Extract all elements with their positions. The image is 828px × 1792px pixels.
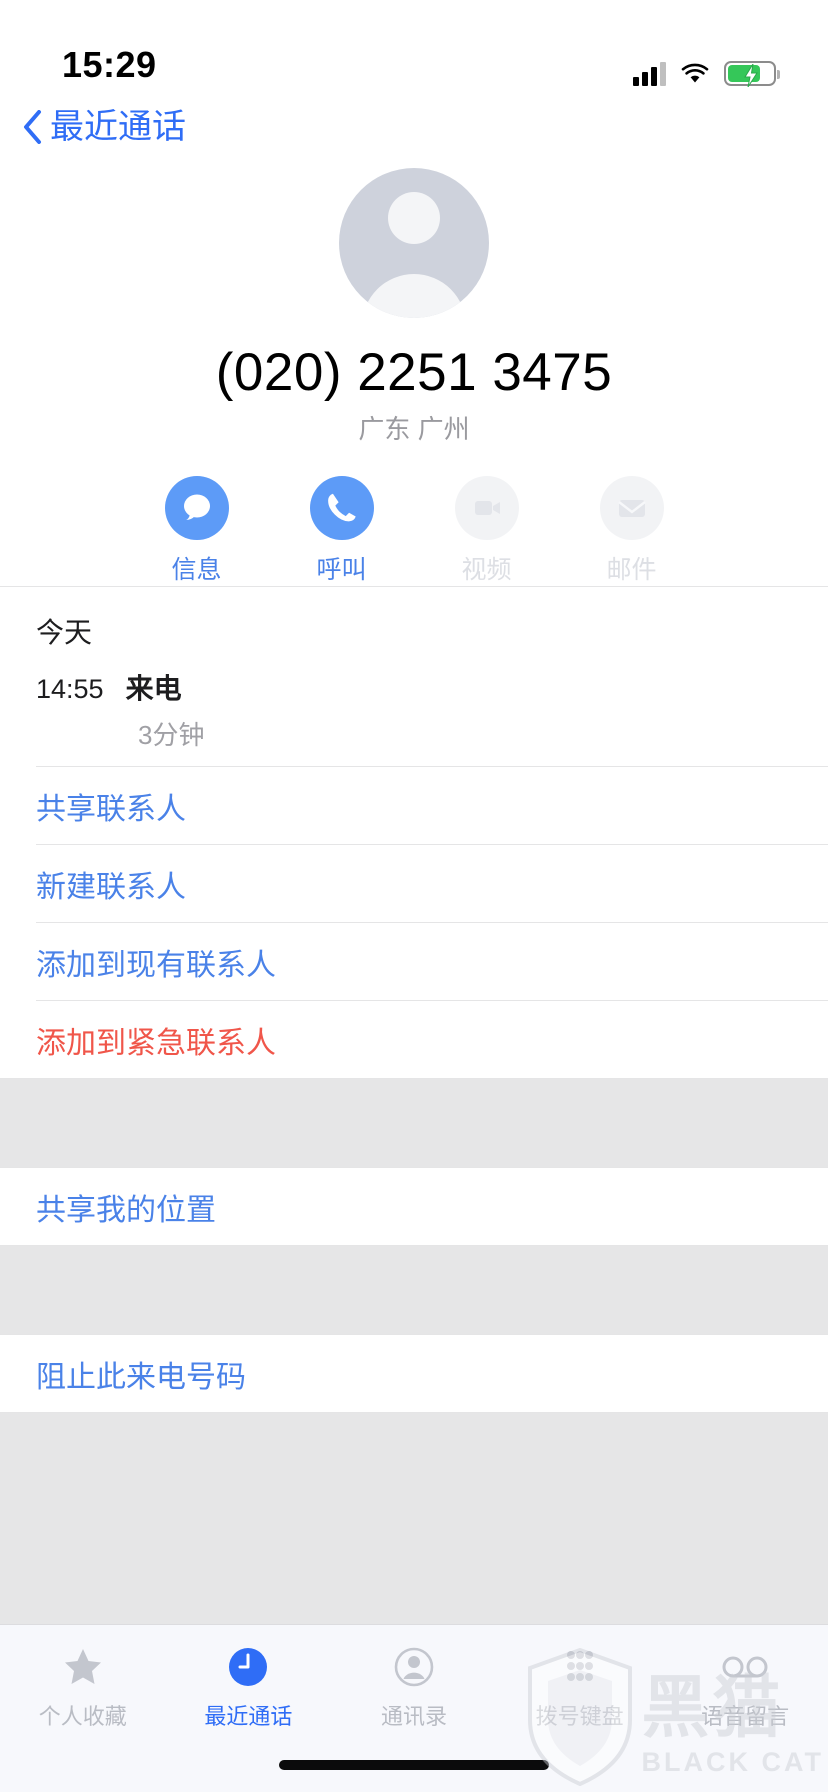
message-bubble-icon bbox=[164, 476, 229, 540]
tab-keypad-label: 拨号键盘 bbox=[535, 1704, 624, 1729]
phone-handset-icon bbox=[309, 476, 374, 540]
call-history-entry: 14:55 来电 3分钟 bbox=[36, 667, 792, 752]
menu-group-location: 共享我的位置 bbox=[0, 1168, 828, 1245]
tab-voicemail[interactable]: 语音留言 bbox=[662, 1641, 828, 1731]
bottom-filler bbox=[0, 1413, 828, 1624]
tab-favorites-label: 个人收藏 bbox=[38, 1704, 127, 1729]
add-to-existing-contact-row[interactable]: 添加到现有联系人 bbox=[0, 923, 828, 1000]
navigation-bar: 最近通话 bbox=[0, 96, 828, 158]
phone-screen: 15:29 最近通话 (020) 2251 3475 广东 广州 信息 呼叫 视… bbox=[0, 0, 828, 1792]
video-camera-icon bbox=[454, 476, 519, 540]
status-bar-indicators bbox=[633, 61, 780, 87]
divider bbox=[0, 1167, 828, 1168]
wifi-icon bbox=[681, 63, 709, 83]
back-button-label: 最近通话 bbox=[50, 108, 186, 146]
call-action-label: 呼叫 bbox=[316, 556, 367, 584]
quick-actions: 信息 呼叫 视频 邮件 bbox=[0, 476, 828, 586]
divider bbox=[36, 1000, 828, 1001]
divider bbox=[36, 922, 828, 923]
block-caller-row[interactable]: 阻止此来电号码 bbox=[0, 1335, 828, 1412]
divider bbox=[36, 766, 828, 767]
divider bbox=[0, 1245, 828, 1246]
battery-charging-icon bbox=[724, 61, 780, 87]
mail-action-button[interactable]: 邮件 bbox=[559, 476, 704, 586]
home-indicator bbox=[279, 1760, 549, 1770]
divider bbox=[0, 1078, 828, 1079]
divider bbox=[36, 844, 828, 845]
voicemail-icon bbox=[662, 1641, 828, 1693]
chevron-left-icon bbox=[24, 110, 41, 144]
share-contact-row[interactable]: 共享联系人 bbox=[0, 767, 828, 844]
tab-contacts-label: 通讯录 bbox=[380, 1704, 447, 1729]
tab-contacts[interactable]: 通讯录 bbox=[331, 1641, 497, 1731]
add-to-emergency-contact-row[interactable]: 添加到紧急联系人 bbox=[0, 1001, 828, 1078]
create-contact-row[interactable]: 新建联系人 bbox=[0, 845, 828, 922]
tab-bar: 个人收藏 最近通话 通讯录 拨号键盘 语音留言 bbox=[0, 1624, 828, 1792]
back-button[interactable]: 最近通话 bbox=[22, 110, 186, 144]
call-action-button[interactable]: 呼叫 bbox=[269, 476, 414, 586]
message-action-label: 信息 bbox=[171, 556, 222, 584]
contacts-person-icon bbox=[331, 1641, 497, 1693]
contact-location: 广东 广州 bbox=[358, 414, 470, 444]
menu-group-contacts: 共享联系人 新建联系人 添加到现有联系人 添加到紧急联系人 bbox=[0, 767, 828, 1078]
share-my-location-row[interactable]: 共享我的位置 bbox=[0, 1168, 828, 1245]
tab-voicemail-label: 语音留言 bbox=[701, 1704, 790, 1729]
message-action-button[interactable]: 信息 bbox=[124, 476, 269, 586]
contact-phone-number: (020) 2251 3475 bbox=[215, 343, 613, 402]
group-spacer bbox=[0, 1079, 828, 1167]
cellular-signal-icon bbox=[633, 62, 666, 86]
menu-group-block: 阻止此来电号码 bbox=[0, 1335, 828, 1412]
keypad-dots-icon bbox=[497, 1641, 663, 1693]
default-avatar-icon bbox=[339, 168, 489, 318]
mail-envelope-icon bbox=[599, 476, 664, 540]
call-entry-duration: 3分钟 bbox=[138, 720, 205, 750]
divider bbox=[0, 1334, 828, 1335]
divider bbox=[0, 586, 828, 587]
group-spacer bbox=[0, 1246, 828, 1334]
status-bar: 15:29 bbox=[0, 0, 828, 96]
tab-recents[interactable]: 最近通话 bbox=[166, 1641, 332, 1731]
star-icon bbox=[0, 1641, 166, 1693]
divider bbox=[0, 1412, 828, 1413]
call-history-section: 今天 14:55 来电 3分钟 bbox=[0, 587, 828, 766]
recents-clock-icon bbox=[166, 1641, 332, 1693]
tab-keypad[interactable]: 拨号键盘 bbox=[497, 1641, 663, 1731]
call-entry-time: 14:55 bbox=[36, 674, 104, 704]
tab-recents-label: 最近通话 bbox=[204, 1704, 293, 1729]
contact-header: (020) 2251 3475 广东 广州 信息 呼叫 视频 邮件 bbox=[0, 158, 828, 586]
mail-action-label: 邮件 bbox=[606, 556, 657, 584]
video-action-button[interactable]: 视频 bbox=[414, 476, 559, 586]
status-bar-time: 15:29 bbox=[62, 44, 157, 85]
call-history-day-label: 今天 bbox=[36, 617, 93, 648]
tab-favorites[interactable]: 个人收藏 bbox=[0, 1641, 166, 1731]
call-entry-type: 来电 bbox=[125, 673, 182, 704]
video-action-label: 视频 bbox=[461, 556, 512, 584]
